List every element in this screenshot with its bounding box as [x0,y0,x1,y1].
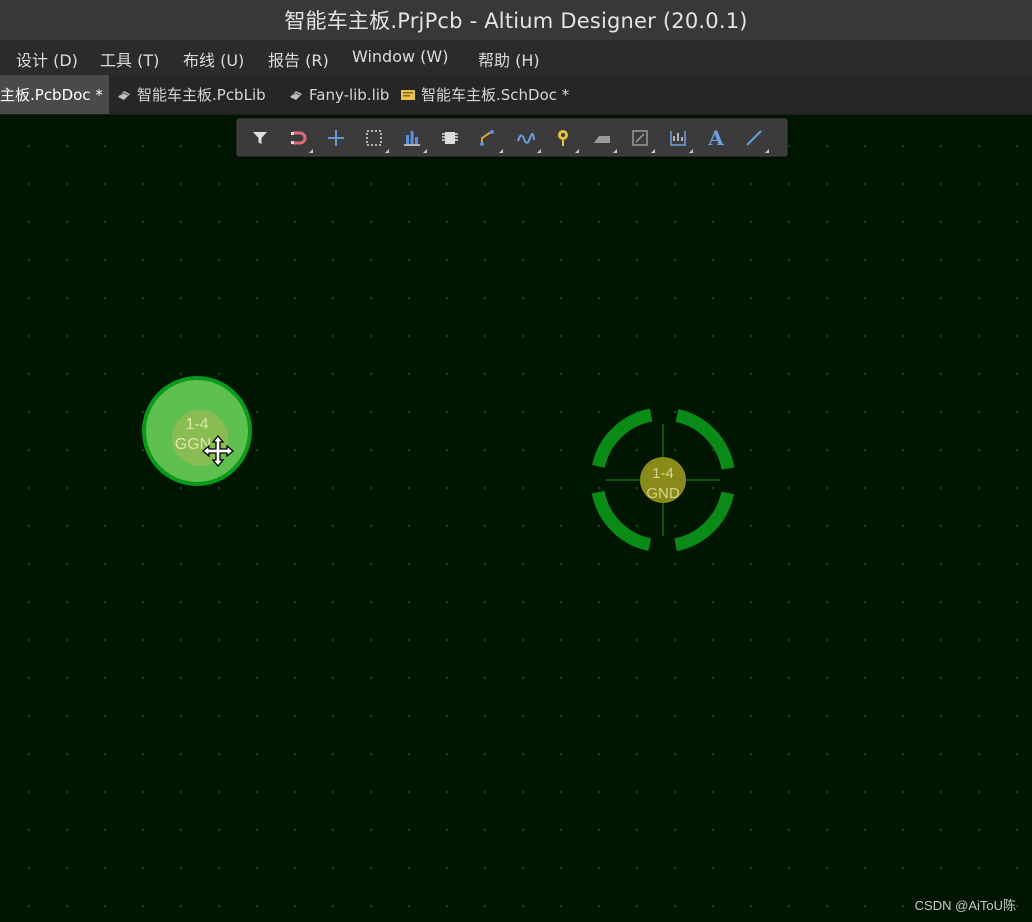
toolbar-route-button[interactable] [469,119,507,156]
snap-magnet-icon [291,131,307,144]
watermark-text: CSDN @AiToU陈 [914,898,1016,913]
toolbar-polygon-button[interactable] [621,119,659,156]
toolbar-line-button[interactable] [735,119,773,156]
toolbar-snap-button[interactable] [279,119,317,156]
toolbar-component-button[interactable] [431,119,469,156]
crosshair-icon [328,129,344,146]
toolbar-fill-button[interactable] [583,119,621,156]
toolbar-interactive-route-button[interactable] [507,119,545,156]
toolbar-dimension-button[interactable] [659,119,697,156]
active-bar-toolbar: A [236,118,788,157]
pad-placed[interactable]: 1-4 GND [590,407,736,553]
route-track-icon [480,129,494,146]
line-icon [746,129,762,146]
fill-icon [594,135,610,143]
polygon-icon [632,129,648,146]
filter-icon [253,131,267,144]
toolbar-align-button[interactable] [393,119,431,156]
select-rect-icon [366,129,382,146]
toolbar-select-button[interactable] [355,119,393,156]
place-via-icon [558,129,568,146]
toolbar-text-button[interactable]: A [697,119,735,156]
text-icon: A [708,125,724,150]
pad-placed-net: GND [646,485,680,502]
interactive-route-icon [517,132,535,144]
dimension-icon [670,130,686,146]
pad-moving[interactable]: 1-4 GGN [142,376,252,486]
component-icon [442,131,458,144]
pad-placed-designator: 1-4 [652,465,674,482]
align-icon [404,130,420,146]
toolbar-crosshair-button[interactable] [317,119,355,156]
toolbar-filter-button[interactable] [241,119,279,156]
toolbar-via-button[interactable] [545,119,583,156]
pad-moving-designator: 1-4 [185,416,208,433]
